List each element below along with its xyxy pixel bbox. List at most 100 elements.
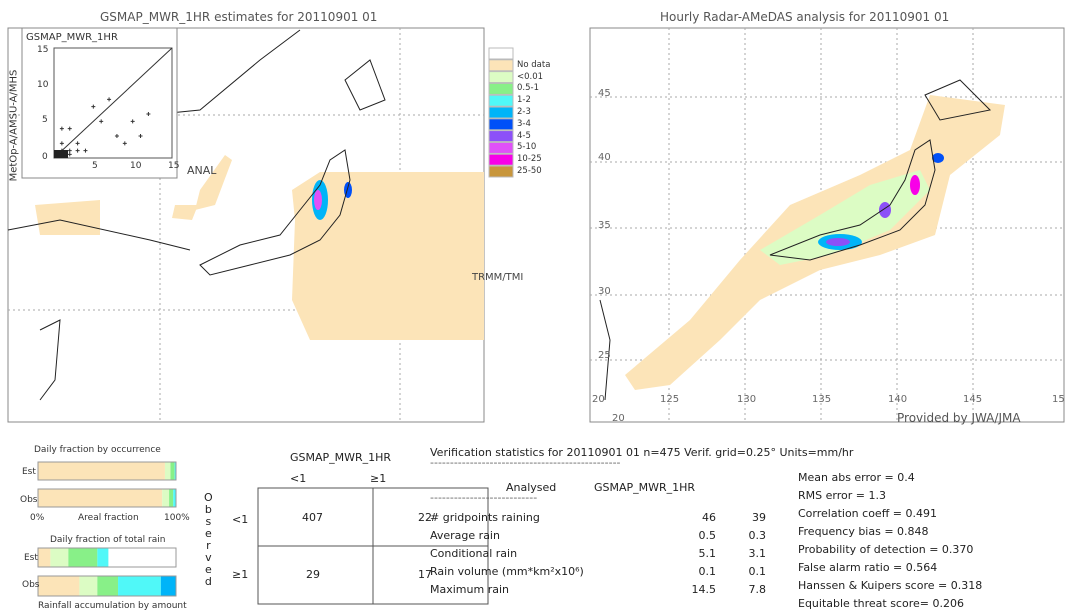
total-rain-obs-segment xyxy=(79,576,98,596)
stats-row-label: Maximum rain xyxy=(430,583,509,596)
contingency-row-ge: ≥1 xyxy=(232,568,249,581)
occurrence-obs-label: Obs xyxy=(20,495,38,505)
stats-row-analysed: 46 xyxy=(702,511,716,524)
inset-tick: 5 xyxy=(42,115,48,125)
cell-obs-ge-est-lt: 29 xyxy=(306,568,320,581)
total-rain-obs-segment xyxy=(97,576,119,596)
lat-tick: 30 xyxy=(598,286,611,297)
stats-score: Correlation coeff = 0.491 xyxy=(798,507,937,520)
legend-swatch xyxy=(488,130,514,143)
occurrence-title: Daily fraction by occurrence xyxy=(34,445,161,455)
stats-score: Equitable threat score= 0.206 xyxy=(798,597,964,610)
legend-label: <0.01 xyxy=(517,71,544,82)
total-rain-est-segment xyxy=(97,548,109,567)
inset-tick: 10 xyxy=(37,80,49,90)
stats-score: False alarm ratio = 0.564 xyxy=(798,561,938,574)
inset-tick: 15 xyxy=(168,161,180,171)
stats-score: Frequency bias = 0.848 xyxy=(798,525,929,538)
right-rain-3 xyxy=(879,202,891,218)
stats-row-est: 7.8 xyxy=(748,583,767,596)
legend-label: 4-5 xyxy=(517,130,531,141)
left-nodata-patch xyxy=(35,200,100,235)
observed-letter: d xyxy=(204,575,212,588)
legend-label: 0.5-1 xyxy=(517,83,539,94)
stats-row-analysed: 14.5 xyxy=(691,583,717,596)
lon-tick: 145 xyxy=(963,394,983,405)
occurrence-obs-segment xyxy=(38,489,163,507)
left-rain-1-core xyxy=(314,190,322,210)
lon-tick: 140 xyxy=(888,394,908,405)
total-rain-axis-label: Rainfall accumulation by amount xyxy=(38,601,187,611)
stats-row-analysed: 5.1 xyxy=(698,547,717,560)
contingency-title: GSMAP_MWR_1HR xyxy=(290,451,392,464)
contingency-col-lt: <1 xyxy=(290,472,307,485)
contingency-row-lt: <1 xyxy=(232,513,249,526)
occurrence-est-segment xyxy=(164,462,171,480)
total-rain-obs-segment xyxy=(38,576,80,596)
inset-title: GSMAP_MWR_1HR xyxy=(26,32,118,43)
occurrence-axis-right: 100% xyxy=(164,513,190,523)
legend-label: 3-4 xyxy=(517,118,531,129)
occurrence-axis-mid: Areal fraction xyxy=(78,513,139,523)
legend-swatch xyxy=(488,59,514,72)
legend-swatch xyxy=(488,153,514,166)
stats-row-label: Average rain xyxy=(430,529,500,542)
total-rain-obs-segment xyxy=(118,576,161,596)
trmm-label: TRMM/TMI xyxy=(472,272,524,283)
total-rain-obs-segment xyxy=(160,576,176,596)
legend-label: 10-25 xyxy=(517,154,542,165)
lat-tick: 35 xyxy=(598,220,611,231)
lon-tick: 135 xyxy=(812,394,832,405)
stats-row-est: 0.1 xyxy=(748,565,767,578)
lon-tick: 20 xyxy=(592,394,605,405)
lat-tick-bottom: 20 xyxy=(612,413,625,424)
credit: Provided by JWA/JMA xyxy=(897,411,1021,425)
total-rain-est-label: Est xyxy=(24,553,38,563)
anal-label: ANAL xyxy=(187,164,217,177)
cell-obs-lt-est-lt: 407 xyxy=(302,511,323,524)
legend xyxy=(488,47,514,178)
lat-tick: 25 xyxy=(598,350,611,361)
total-rain-obs-label: Obs xyxy=(22,580,40,590)
stats-row-analysed: 0.5 xyxy=(698,529,717,542)
legend-swatch xyxy=(488,71,514,84)
legend-swatch xyxy=(488,106,514,119)
inset-tick: 0 xyxy=(42,152,48,162)
stats-divider: ----------------------------------------… xyxy=(430,456,621,469)
inset-tick: 5 xyxy=(92,161,98,171)
contingency-col-ge: ≥1 xyxy=(370,472,387,485)
occurrence-est-segment xyxy=(38,462,165,480)
observed-label: Observed xyxy=(204,492,213,588)
occurrence-obs-segment xyxy=(162,489,170,507)
stats-score: RMS error = 1.3 xyxy=(798,489,886,502)
stats-row-label: # gridpoints raining xyxy=(430,511,540,524)
inset-tick: 10 xyxy=(130,161,142,171)
legend-label: 1-2 xyxy=(517,95,531,106)
legend-swatch xyxy=(488,118,514,131)
stats-score: Mean abs error = 0.4 xyxy=(798,471,915,484)
stats-row-analysed: 0.1 xyxy=(698,565,717,578)
scatter-cluster xyxy=(54,150,68,158)
legend-label: No data xyxy=(517,59,551,70)
right-map-title: Hourly Radar-AMeDAS analysis for 2011090… xyxy=(660,10,950,24)
occurrence-est-label: Est xyxy=(22,467,36,477)
lon-tick: 130 xyxy=(737,394,757,405)
total-rain-est-segment xyxy=(50,548,69,567)
inset-tick: 15 xyxy=(37,45,49,55)
occurrence-axis-left: 0% xyxy=(30,513,45,523)
occurrence-est-segment xyxy=(170,462,175,480)
stats-row-est: 39 xyxy=(752,511,766,524)
left-map-ylabel: MetOp-A/AMSU-A/MHS xyxy=(8,69,20,182)
lon-tick: 15 xyxy=(1052,394,1065,405)
left-map-title: GSMAP_MWR_1HR estimates for 20110901 01 xyxy=(100,10,378,24)
lon-tick: 125 xyxy=(660,394,680,405)
stats-row-label: Rain volume (mm*km²x10⁶) xyxy=(430,565,584,578)
legend-swatch xyxy=(488,82,514,95)
stats-score: Probability of detection = 0.370 xyxy=(798,543,974,556)
stats-score: Hanssen & Kuipers score = 0.318 xyxy=(798,579,983,592)
legend-swatch xyxy=(488,165,514,178)
legend-label: 5-10 xyxy=(517,142,537,153)
lat-tick: 45 xyxy=(598,88,611,99)
maps-svg xyxy=(7,27,1065,605)
total-rain-title: Daily fraction of total rain xyxy=(50,535,166,545)
